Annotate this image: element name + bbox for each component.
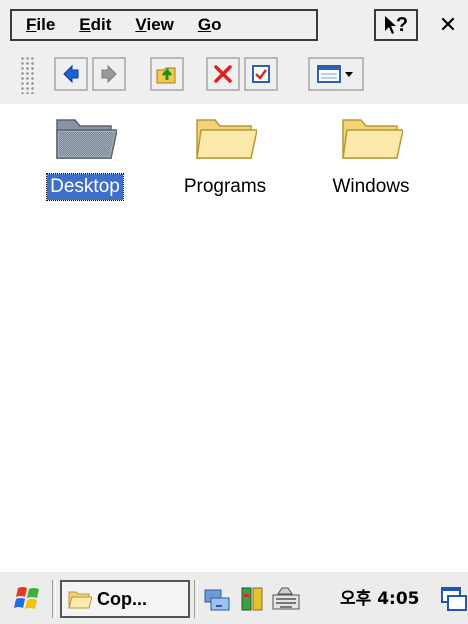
- help-question-mark: ?: [395, 13, 409, 36]
- properties-icon: [252, 65, 270, 83]
- battery-tray-button[interactable]: [238, 584, 266, 614]
- menu-bar: File Edit View Go ? ✕: [0, 0, 468, 46]
- properties-button[interactable]: [244, 57, 278, 91]
- input-panel-icon: [441, 587, 467, 611]
- battery-icon: [241, 587, 263, 611]
- folder-icon: [196, 119, 257, 159]
- start-button[interactable]: [12, 584, 46, 614]
- delete-button[interactable]: [206, 57, 240, 91]
- task-button-copy[interactable]: Cop...: [60, 580, 190, 618]
- menu-view[interactable]: View: [135, 15, 173, 35]
- file-item-programs[interactable]: Programs: [160, 108, 290, 218]
- menu-frame: File Edit View Go: [10, 9, 318, 41]
- forward-icon: [101, 64, 117, 84]
- windows-flag-icon: [14, 587, 39, 609]
- toolbar: [0, 46, 468, 104]
- up-folder-icon: [156, 67, 176, 84]
- file-label-programs: Programs: [183, 176, 267, 197]
- close-button[interactable]: ✕: [428, 9, 468, 41]
- back-button[interactable]: [54, 57, 88, 91]
- view-mode-icon: [317, 65, 353, 83]
- task-button-label: Cop...: [97, 588, 147, 609]
- view-mode-button[interactable]: [308, 57, 364, 91]
- file-label-desktop: Desktop: [46, 173, 124, 201]
- menu-go[interactable]: Go: [198, 15, 222, 35]
- desktop-folder-icon: [56, 119, 117, 159]
- toolbar-grip[interactable]: [20, 56, 34, 94]
- help-button[interactable]: ?: [374, 9, 418, 41]
- keyboard-icon: [272, 587, 300, 610]
- clock[interactable]: 오후 4:05: [340, 584, 419, 614]
- up-folder-button[interactable]: [150, 57, 184, 91]
- network-icon: [204, 589, 230, 611]
- network-tray-button[interactable]: [202, 584, 234, 614]
- file-item-desktop[interactable]: Desktop: [20, 108, 150, 218]
- delete-icon: [214, 65, 232, 83]
- menu-file[interactable]: File: [26, 15, 55, 35]
- back-icon: [63, 64, 79, 84]
- file-label-windows: Windows: [332, 176, 410, 197]
- keyboard-tray-button[interactable]: [270, 584, 302, 614]
- menu-edit[interactable]: Edit: [79, 15, 111, 35]
- input-panel-button[interactable]: [440, 584, 468, 614]
- folder-icon: [68, 591, 92, 609]
- file-item-windows[interactable]: Windows: [306, 108, 436, 218]
- taskbar: Cop... 오후 4:05: [0, 570, 468, 624]
- taskbar-separator: [194, 580, 198, 618]
- folder-icon: [342, 119, 403, 159]
- taskbar-separator: [52, 580, 56, 618]
- forward-button[interactable]: [92, 57, 126, 91]
